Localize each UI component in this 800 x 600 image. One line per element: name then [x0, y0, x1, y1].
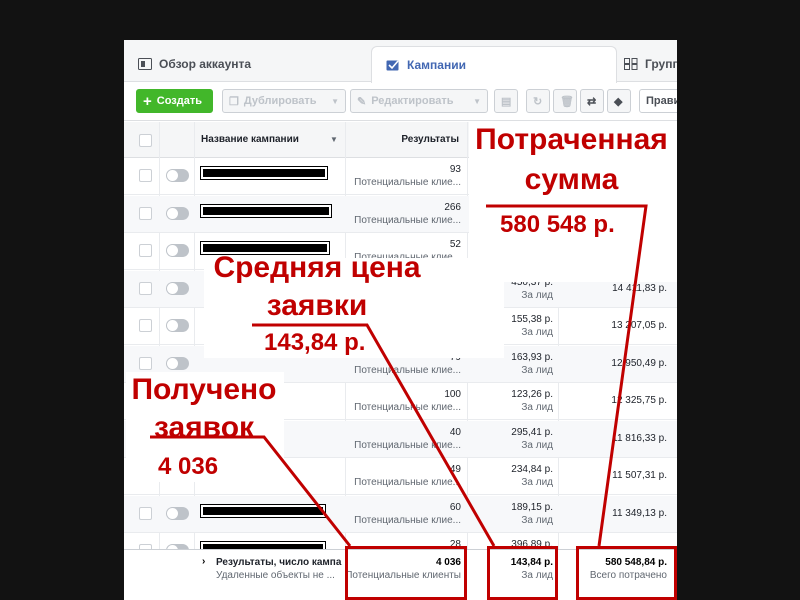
- annotation-spent-title-1: Потраченная: [475, 123, 668, 156]
- annotation-cpa-title-2: заявки: [266, 289, 368, 322]
- highlight-box-spent: [576, 546, 677, 600]
- annotation-spent-value: 580 548 р.: [500, 211, 615, 238]
- highlight-box-cpa: [487, 546, 558, 600]
- annotation-leads-value: 4 036: [158, 453, 219, 480]
- highlight-box-results: [345, 546, 467, 600]
- annotation-leads-title-2: заявок: [153, 411, 255, 444]
- annotation-spent-title-2: сумма: [524, 163, 619, 196]
- annotation-cpa-value: 143,84 р.: [264, 329, 366, 356]
- ads-manager-screenshot: Обзор аккаунта Кампании Групп + Создать ❐…: [124, 40, 677, 600]
- annotation-leads-title-1: Получено: [131, 373, 277, 406]
- annotation-cpa-title-1: Средняя цена: [213, 251, 421, 284]
